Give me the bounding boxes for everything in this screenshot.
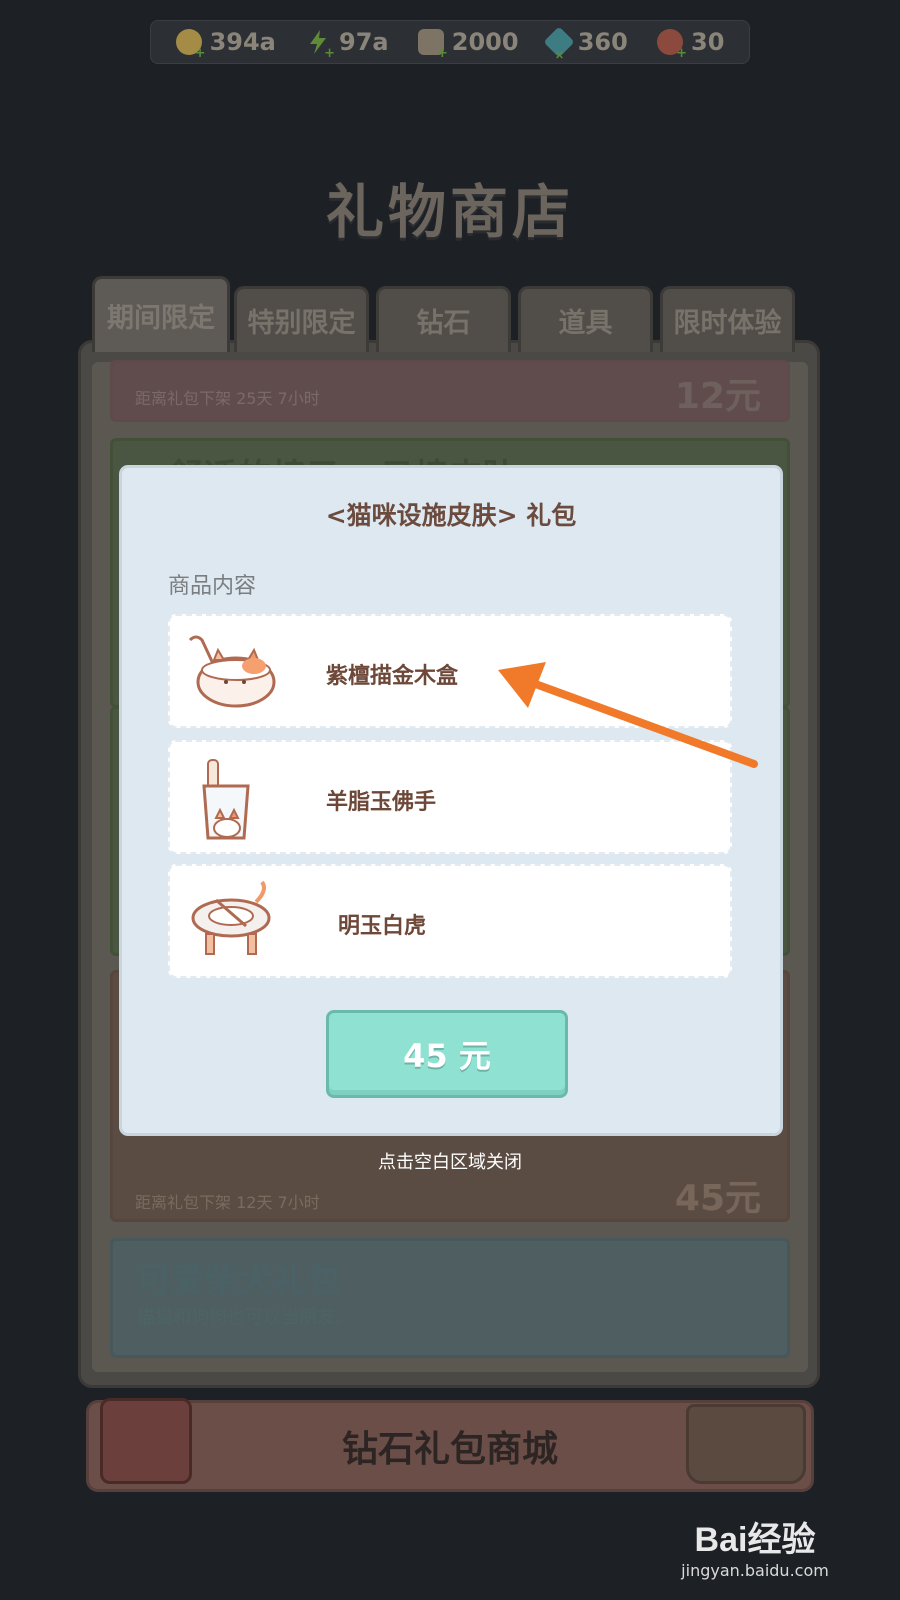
cat-box-icon	[188, 635, 276, 708]
ticket-icon	[657, 29, 687, 61]
lightning-icon	[305, 29, 335, 61]
resource-bar: 394a 97a 2000 360 30	[150, 20, 750, 64]
coin-icon	[175, 29, 206, 61]
dialog-title: <猫咪设施皮肤> 礼包	[325, 501, 577, 530]
watermark-url: jingyan.baidu.com	[681, 1561, 829, 1580]
coin-value: 394a	[209, 28, 276, 56]
watermark-logo: Bai经验	[694, 1521, 816, 1559]
package-timer: 距离礼包下架 12天 7小时	[135, 1193, 320, 1212]
tab-diamond[interactable]: 钻石	[376, 286, 511, 352]
page-title: 礼物商店	[325, 178, 574, 246]
annotation-arrow-icon	[498, 662, 758, 768]
item-name: 羊脂玉佛手	[326, 790, 437, 815]
tab-timed-trial[interactable]: 限时体验	[660, 286, 795, 352]
ticket-counter[interactable]: 30	[657, 28, 725, 61]
buy-button[interactable]: 45 元	[326, 1010, 568, 1098]
coin-counter[interactable]: 394a	[175, 28, 276, 61]
package-timer: 距离礼包下架 25天 7小时	[135, 389, 320, 408]
watermark: Bai经验 jingyan.baidu.com	[650, 1512, 860, 1580]
package-card[interactable]: 距离礼包下架 25天 7小时 12元	[110, 360, 790, 422]
close-hint[interactable]: 点击空白区域关闭	[0, 1148, 900, 1174]
tab-special-limited[interactable]: 特别限定	[234, 286, 369, 352]
list-item: 明玉白虎	[168, 864, 732, 978]
treasure-chest-icon	[100, 1398, 192, 1484]
package-card[interactable]: 可爱柴犬礼包 猫猫和狗狗也可以当朋友。	[110, 1238, 790, 1358]
package-price: 12元	[674, 376, 761, 417]
cat-bowl-icon	[191, 880, 271, 955]
energy-counter[interactable]: 97a	[305, 28, 389, 61]
diamond-basket-icon	[686, 1404, 806, 1484]
cat-cup-icon	[202, 759, 250, 840]
energy-value: 97a	[339, 28, 389, 56]
diamond-value: 360	[577, 28, 628, 56]
package-price: 45元	[674, 1178, 761, 1219]
item-name: 紫檀描金木盒	[326, 664, 459, 689]
item-name: 明玉白虎	[338, 914, 427, 939]
ticket-value: 30	[691, 28, 725, 56]
can-icon	[417, 29, 448, 61]
contents-label: 商品内容	[168, 574, 257, 599]
diamond-counter[interactable]: 360	[543, 26, 628, 58]
can-counter[interactable]: 2000	[417, 28, 519, 61]
diamond-icon	[543, 26, 575, 58]
package-title: 可爱柴犬礼包	[137, 1261, 341, 1301]
package-detail-dialog: <猫咪设施皮肤> 礼包 商品内容 紫檀描金木盒 羊脂玉佛手 明玉白虎 45 元	[122, 468, 780, 1133]
can-value: 2000	[451, 28, 519, 56]
package-subtitle: 猫猫和狗狗也可以当朋友。	[137, 1307, 353, 1328]
tab-items[interactable]: 道具	[518, 286, 653, 352]
tab-limited-period[interactable]: 期间限定	[92, 276, 230, 352]
